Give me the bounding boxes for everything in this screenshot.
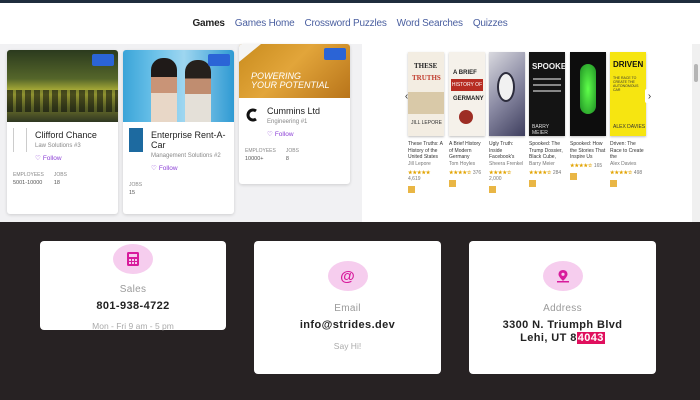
nav-games[interactable]: Games [192, 18, 225, 29]
company-category: Law Solutions #3 [35, 143, 81, 149]
company-stats: EMPLOYEES 5001-10000 JOBS 18 [13, 172, 67, 186]
chevron-right-icon: › [647, 90, 652, 102]
sales-card: Sales 801-938-4722 Mon - Fri 9 am - 5 pm [40, 241, 226, 331]
sales-hours: Mon - Fri 9 am - 5 pm [92, 321, 174, 331]
featured-badge [208, 54, 230, 66]
email-label: Email [334, 303, 361, 314]
address-label: Address [543, 303, 582, 314]
book-cover [570, 52, 606, 136]
company-cards-section: Clifford Chance Law Solutions #3 ♡ Follo… [0, 44, 362, 222]
book-item[interactable]: A BRIEF HISTORY OF GERMANY A Brief Histo… [449, 52, 485, 187]
company-logo [129, 128, 143, 152]
company-card-enterprise[interactable]: Enterprise Rent-A-Car Management Solutio… [123, 50, 234, 214]
featured-badge [92, 54, 114, 66]
book-author: Barry Meier [529, 161, 555, 167]
prime-badge [570, 173, 577, 180]
company-banner-image: POWERING YOUR POTENTIAL [239, 44, 350, 98]
follow-icon: ♡ [267, 131, 273, 138]
company-stats: EMPLOYEES 10000+ JOBS 8 [245, 148, 299, 162]
sales-phone[interactable]: 801-938-4722 [40, 300, 226, 313]
book-cover: SPOOKED BARRY MEIER [529, 52, 565, 136]
book-rating: ★★★★★ 4,619 [408, 170, 431, 182]
company-banner-image [7, 50, 118, 122]
follow-button[interactable]: ♡ Follow [35, 154, 112, 163]
map-pin-icon [542, 261, 583, 291]
at-sign-icon: @ [327, 261, 368, 291]
company-name[interactable]: Clifford Chance [35, 130, 112, 140]
sales-label: Sales [119, 284, 147, 295]
book-rating: ★★★★☆ 165 [570, 163, 603, 169]
book-title[interactable]: A Brief History of Modern Germany [449, 141, 485, 160]
address-card: Address 3300 N. Triumph Blvd Lehi, UT 84… [469, 241, 656, 374]
follow-button[interactable]: ♡ Follow [267, 130, 344, 139]
follow-icon: ♡ [35, 155, 41, 162]
book-item[interactable]: DRIVEN THE RACE TO CREATE THE AUTONOMOUS… [610, 52, 646, 187]
company-logo [245, 108, 259, 122]
company-stats: JOBS 15 [129, 182, 143, 196]
zip-highlight: 4043 [576, 332, 605, 344]
company-name[interactable]: Enterprise Rent-A-Car [151, 130, 228, 150]
email-note: Say Hi! [333, 341, 362, 351]
book-cover: THESE TRUTHS JILL LEPORE [408, 52, 444, 136]
book-title[interactable]: Spooked: How the Stories That Inspire Us [570, 141, 606, 160]
prime-badge [610, 180, 617, 187]
company-banner-image [123, 50, 234, 122]
book-title[interactable]: Spooked: The Trump Dossier, Black Cube, … [529, 141, 565, 160]
calculator-icon [113, 244, 153, 274]
contact-section: Sales 801-938-4722 Mon - Fri 9 am - 5 pm… [0, 222, 700, 400]
prime-badge [529, 180, 536, 187]
book-author: Tom Hoyles [449, 161, 476, 167]
book-title[interactable]: Ugly Truth: Inside Facebook's Battle for… [489, 141, 525, 160]
company-logo [13, 128, 27, 152]
prime-badge [489, 186, 496, 193]
prime-badge [449, 180, 456, 187]
company-category: Engineering #1 [267, 119, 308, 125]
follow-button[interactable]: ♡ Follow [151, 164, 228, 173]
book-author: Jill Lepore [408, 161, 431, 167]
book-author: Alex Davies [610, 161, 637, 167]
book-rating: ★★★★☆ 2,000 [489, 170, 512, 182]
book-author: Sheera Frenkel [489, 161, 524, 167]
nav-crossword-puzzles[interactable]: Crossword Puzzles [304, 18, 386, 29]
nav-quizzes[interactable]: Quizzes [473, 18, 508, 29]
company-category: Management Solutions #2 [151, 153, 221, 159]
book-title[interactable]: Driven: The Race to Create the Autonomou… [610, 141, 646, 160]
email-address[interactable]: info@strides.dev [254, 319, 441, 332]
book-cover [489, 52, 525, 136]
book-cover: DRIVEN THE RACE TO CREATE THE AUTONOMOUS… [610, 52, 646, 136]
book-item[interactable]: SPOOKED BARRY MEIER Spooked: The Trump D… [529, 52, 565, 187]
follow-icon: ♡ [151, 165, 157, 172]
company-card-cummins[interactable]: POWERING YOUR POTENTIAL Cummins Ltd Engi… [239, 44, 350, 184]
nav-games-home[interactable]: Games Home [235, 18, 295, 29]
book-cover: A BRIEF HISTORY OF GERMANY [449, 52, 485, 136]
book-rating: ★★★★☆ 376 [449, 170, 482, 176]
prime-badge [408, 186, 415, 193]
books-carousel: ‹ THESE TRUTHS JILL LEPORE These Truths:… [362, 44, 700, 222]
address-text[interactable]: 3300 N. Triumph Blvd Lehi, UT 84043 [469, 319, 656, 345]
book-item[interactable]: Spooked: How the Stories That Inspire Us… [570, 52, 606, 180]
company-name[interactable]: Cummins Ltd [267, 106, 344, 116]
banner-text: POWERING YOUR POTENTIAL [251, 71, 330, 90]
book-title[interactable]: These Truths: A History of the United St… [408, 141, 444, 160]
carousel-next-button[interactable]: › [645, 89, 654, 103]
company-card-clifford-chance[interactable]: Clifford Chance Law Solutions #3 ♡ Follo… [7, 50, 118, 214]
book-item[interactable]: Ugly Truth: Inside Facebook's Battle for… [489, 52, 525, 193]
scrollbar-thumb[interactable] [694, 64, 698, 82]
book-rating: ★★★★☆ 284 [529, 170, 562, 176]
book-item[interactable]: THESE TRUTHS JILL LEPORE These Truths: A… [408, 52, 444, 193]
featured-badge [324, 48, 346, 60]
email-card: @ Email info@strides.dev Say Hi! [254, 241, 441, 374]
book-rating: ★★★★☆ 498 [610, 170, 643, 176]
nav-word-searches[interactable]: Word Searches [397, 18, 463, 29]
top-navigation: Games Games Home Crossword Puzzles Word … [0, 0, 700, 44]
page-scrollbar[interactable] [692, 44, 700, 222]
